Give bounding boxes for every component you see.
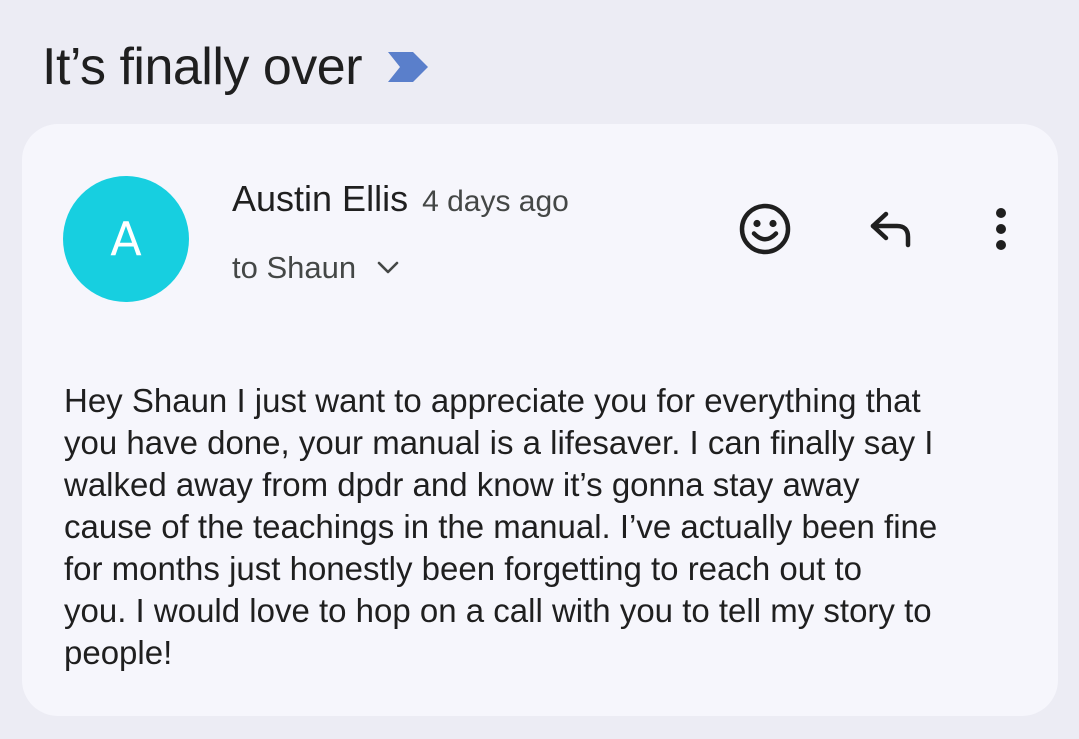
message-card: A Austin Ellis 4 days ago to Shaun Hey S… [22, 124, 1058, 716]
thread-subject: It’s finally over [42, 38, 363, 96]
sender-name: Austin Ellis [232, 178, 409, 219]
add-reaction-button[interactable] [730, 194, 800, 264]
chevron-down-icon [377, 261, 399, 274]
reply-icon [870, 211, 911, 248]
importance-marker-icon[interactable] [386, 49, 430, 85]
reply-button[interactable] [856, 194, 926, 264]
sent-time: 4 days ago [422, 185, 569, 218]
avatar-initial: A [110, 212, 142, 266]
more-vert-icon [996, 208, 1006, 250]
recipient-text: to Shaun [232, 250, 357, 285]
message-body: Hey Shaun I just want to appreciate you … [64, 382, 938, 671]
add-reaction-icon [739, 203, 791, 255]
recipient-details-toggle[interactable]: to Shaun [232, 250, 400, 286]
more-options-button[interactable] [966, 194, 1036, 264]
subject-header: It’s finally over [42, 34, 430, 100]
sender-line: Austin Ellis 4 days ago [232, 178, 569, 220]
avatar[interactable]: A [63, 176, 189, 302]
